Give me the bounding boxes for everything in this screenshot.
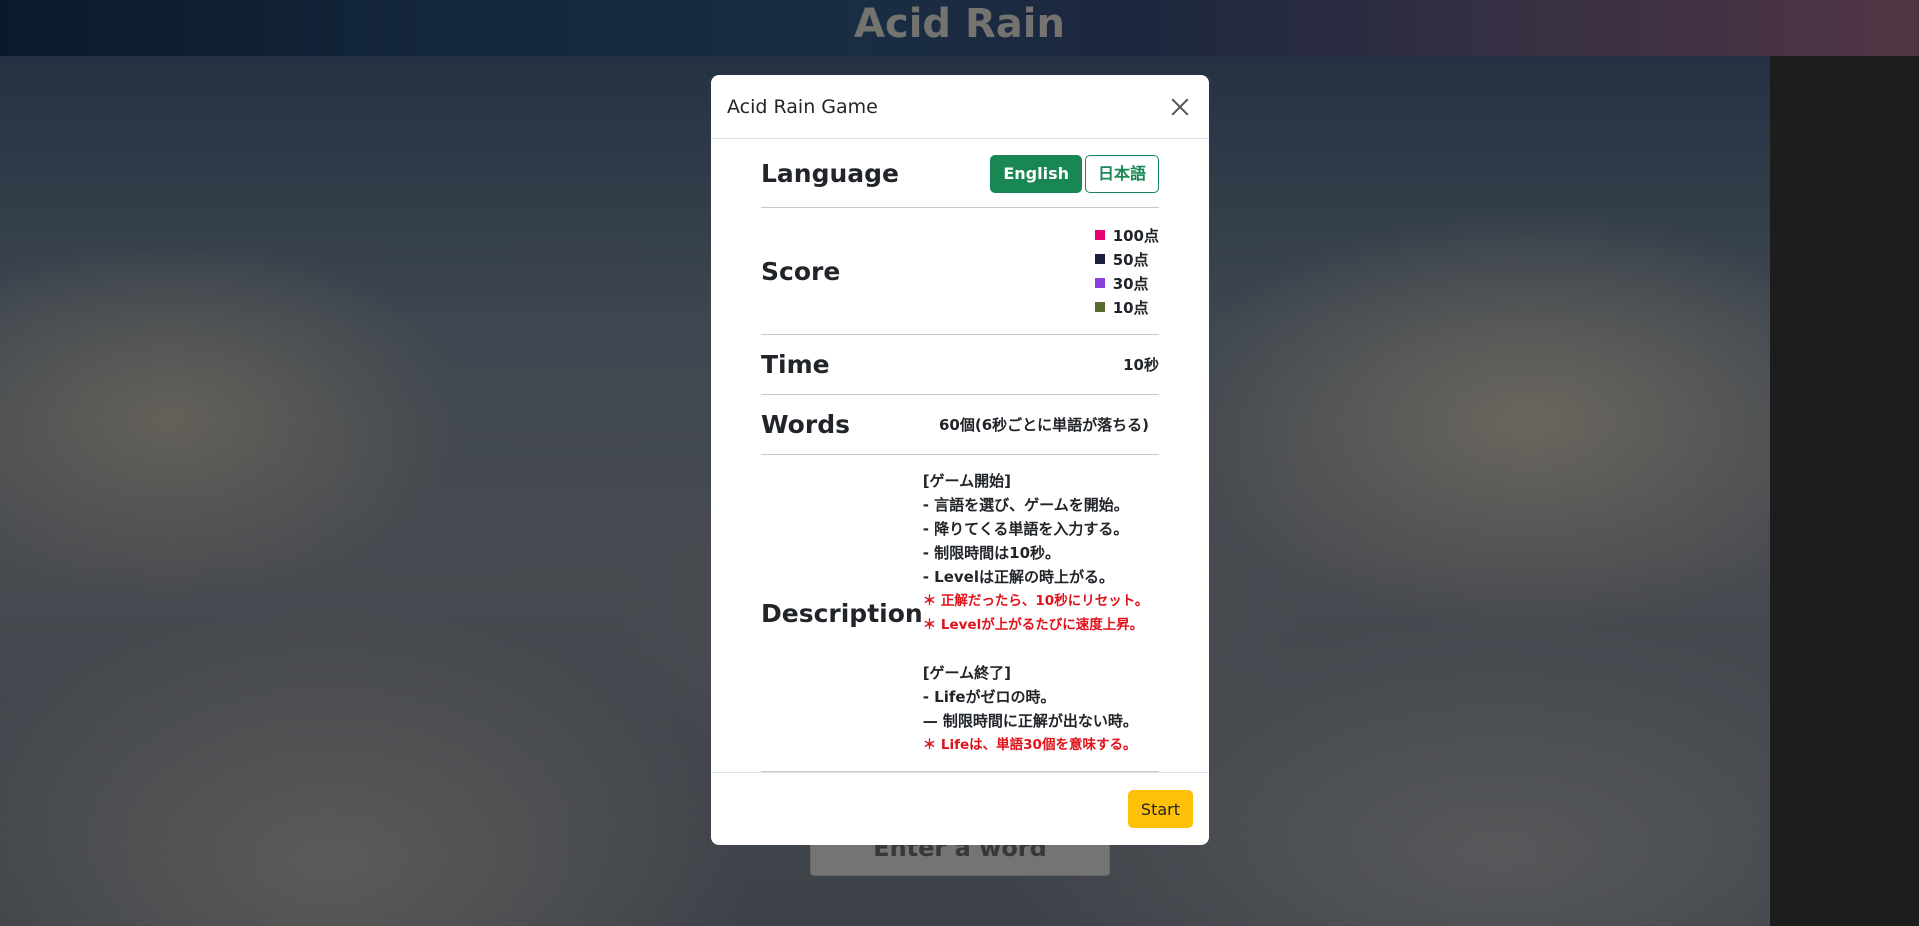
score-legend: 100点 50点 30点 10点 <box>1094 223 1159 319</box>
words-row: Words 60個(6秒ごとに単語が落ちる) <box>761 395 1159 455</box>
description-line: - Lifeがゼロの時。 <box>922 688 1056 706</box>
description-note: ＊ 正解だったら、10秒にリセット。 <box>922 593 1149 609</box>
modal-header: Acid Rain Game <box>711 75 1209 139</box>
score-item: 10点 <box>1094 295 1159 319</box>
score-swatch <box>1094 302 1105 312</box>
language-toggle: English 日本語 <box>990 154 1159 193</box>
words-label: Words <box>761 410 850 439</box>
score-swatch <box>1094 254 1105 264</box>
description-note: ＊ Lifeは、単語30個を意味する。 <box>922 737 1137 753</box>
language-english-button[interactable]: English <box>990 154 1082 193</box>
score-swatch <box>1094 230 1105 240</box>
time-value: 10秒 <box>1123 356 1159 374</box>
modal-footer: Start <box>711 772 1209 845</box>
score-label: Score <box>761 256 841 286</box>
modal-title: Acid Rain Game <box>727 95 878 118</box>
words-value: 60個(6秒ごとに単語が落ちる) <box>938 416 1149 434</box>
score-item: 50点 <box>1094 247 1159 271</box>
description-note: ＊ Levelが上がるたびに速度上昇。 <box>922 617 1144 633</box>
time-label: Time <box>761 350 830 379</box>
game-settings-modal: Acid Rain Game Language English 日本語 Scor… <box>711 75 1209 845</box>
description-row: Description [ゲーム開始] - 言語を選び、ゲームを開始。 - 降り… <box>761 455 1159 772</box>
description-line: - 言語を選び、ゲームを開始。 <box>922 496 1129 514</box>
description-line: - 降りてくる単語を入力する。 <box>922 520 1129 538</box>
start-heading: [ゲーム開始] <box>922 472 1011 490</box>
modal-body: Language English 日本語 Score 100点 50点 30点 … <box>761 140 1159 772</box>
close-icon[interactable] <box>1167 94 1193 120</box>
time-row: Time 10秒 <box>761 335 1159 395</box>
description-line: - Levelは正解の時上がる。 <box>922 568 1114 586</box>
score-text: 30点 <box>1112 274 1149 293</box>
score-row: Score 100点 50点 30点 10点 <box>761 208 1159 335</box>
score-item: 30点 <box>1094 271 1159 295</box>
language-row: Language English 日本語 <box>761 140 1159 208</box>
score-text: 50点 <box>1112 250 1149 269</box>
score-text: 10点 <box>1112 298 1149 317</box>
score-swatch <box>1094 278 1105 288</box>
description-line: — 制限時間に正解が出ない時。 <box>922 712 1138 730</box>
language-japanese-button[interactable]: 日本語 <box>1084 154 1159 193</box>
language-label: Language <box>761 159 900 188</box>
end-heading: [ゲーム終了] <box>922 664 1011 682</box>
description-line: - 制限時間は10秒。 <box>922 544 1061 562</box>
score-text: 100点 <box>1112 226 1159 245</box>
start-button[interactable]: Start <box>1127 790 1193 828</box>
score-item: 100点 <box>1094 223 1159 247</box>
description-text: [ゲーム開始] - 言語を選び、ゲームを開始。 - 降りてくる単語を入力する。 … <box>923 469 1159 757</box>
description-label: Description <box>761 598 923 628</box>
